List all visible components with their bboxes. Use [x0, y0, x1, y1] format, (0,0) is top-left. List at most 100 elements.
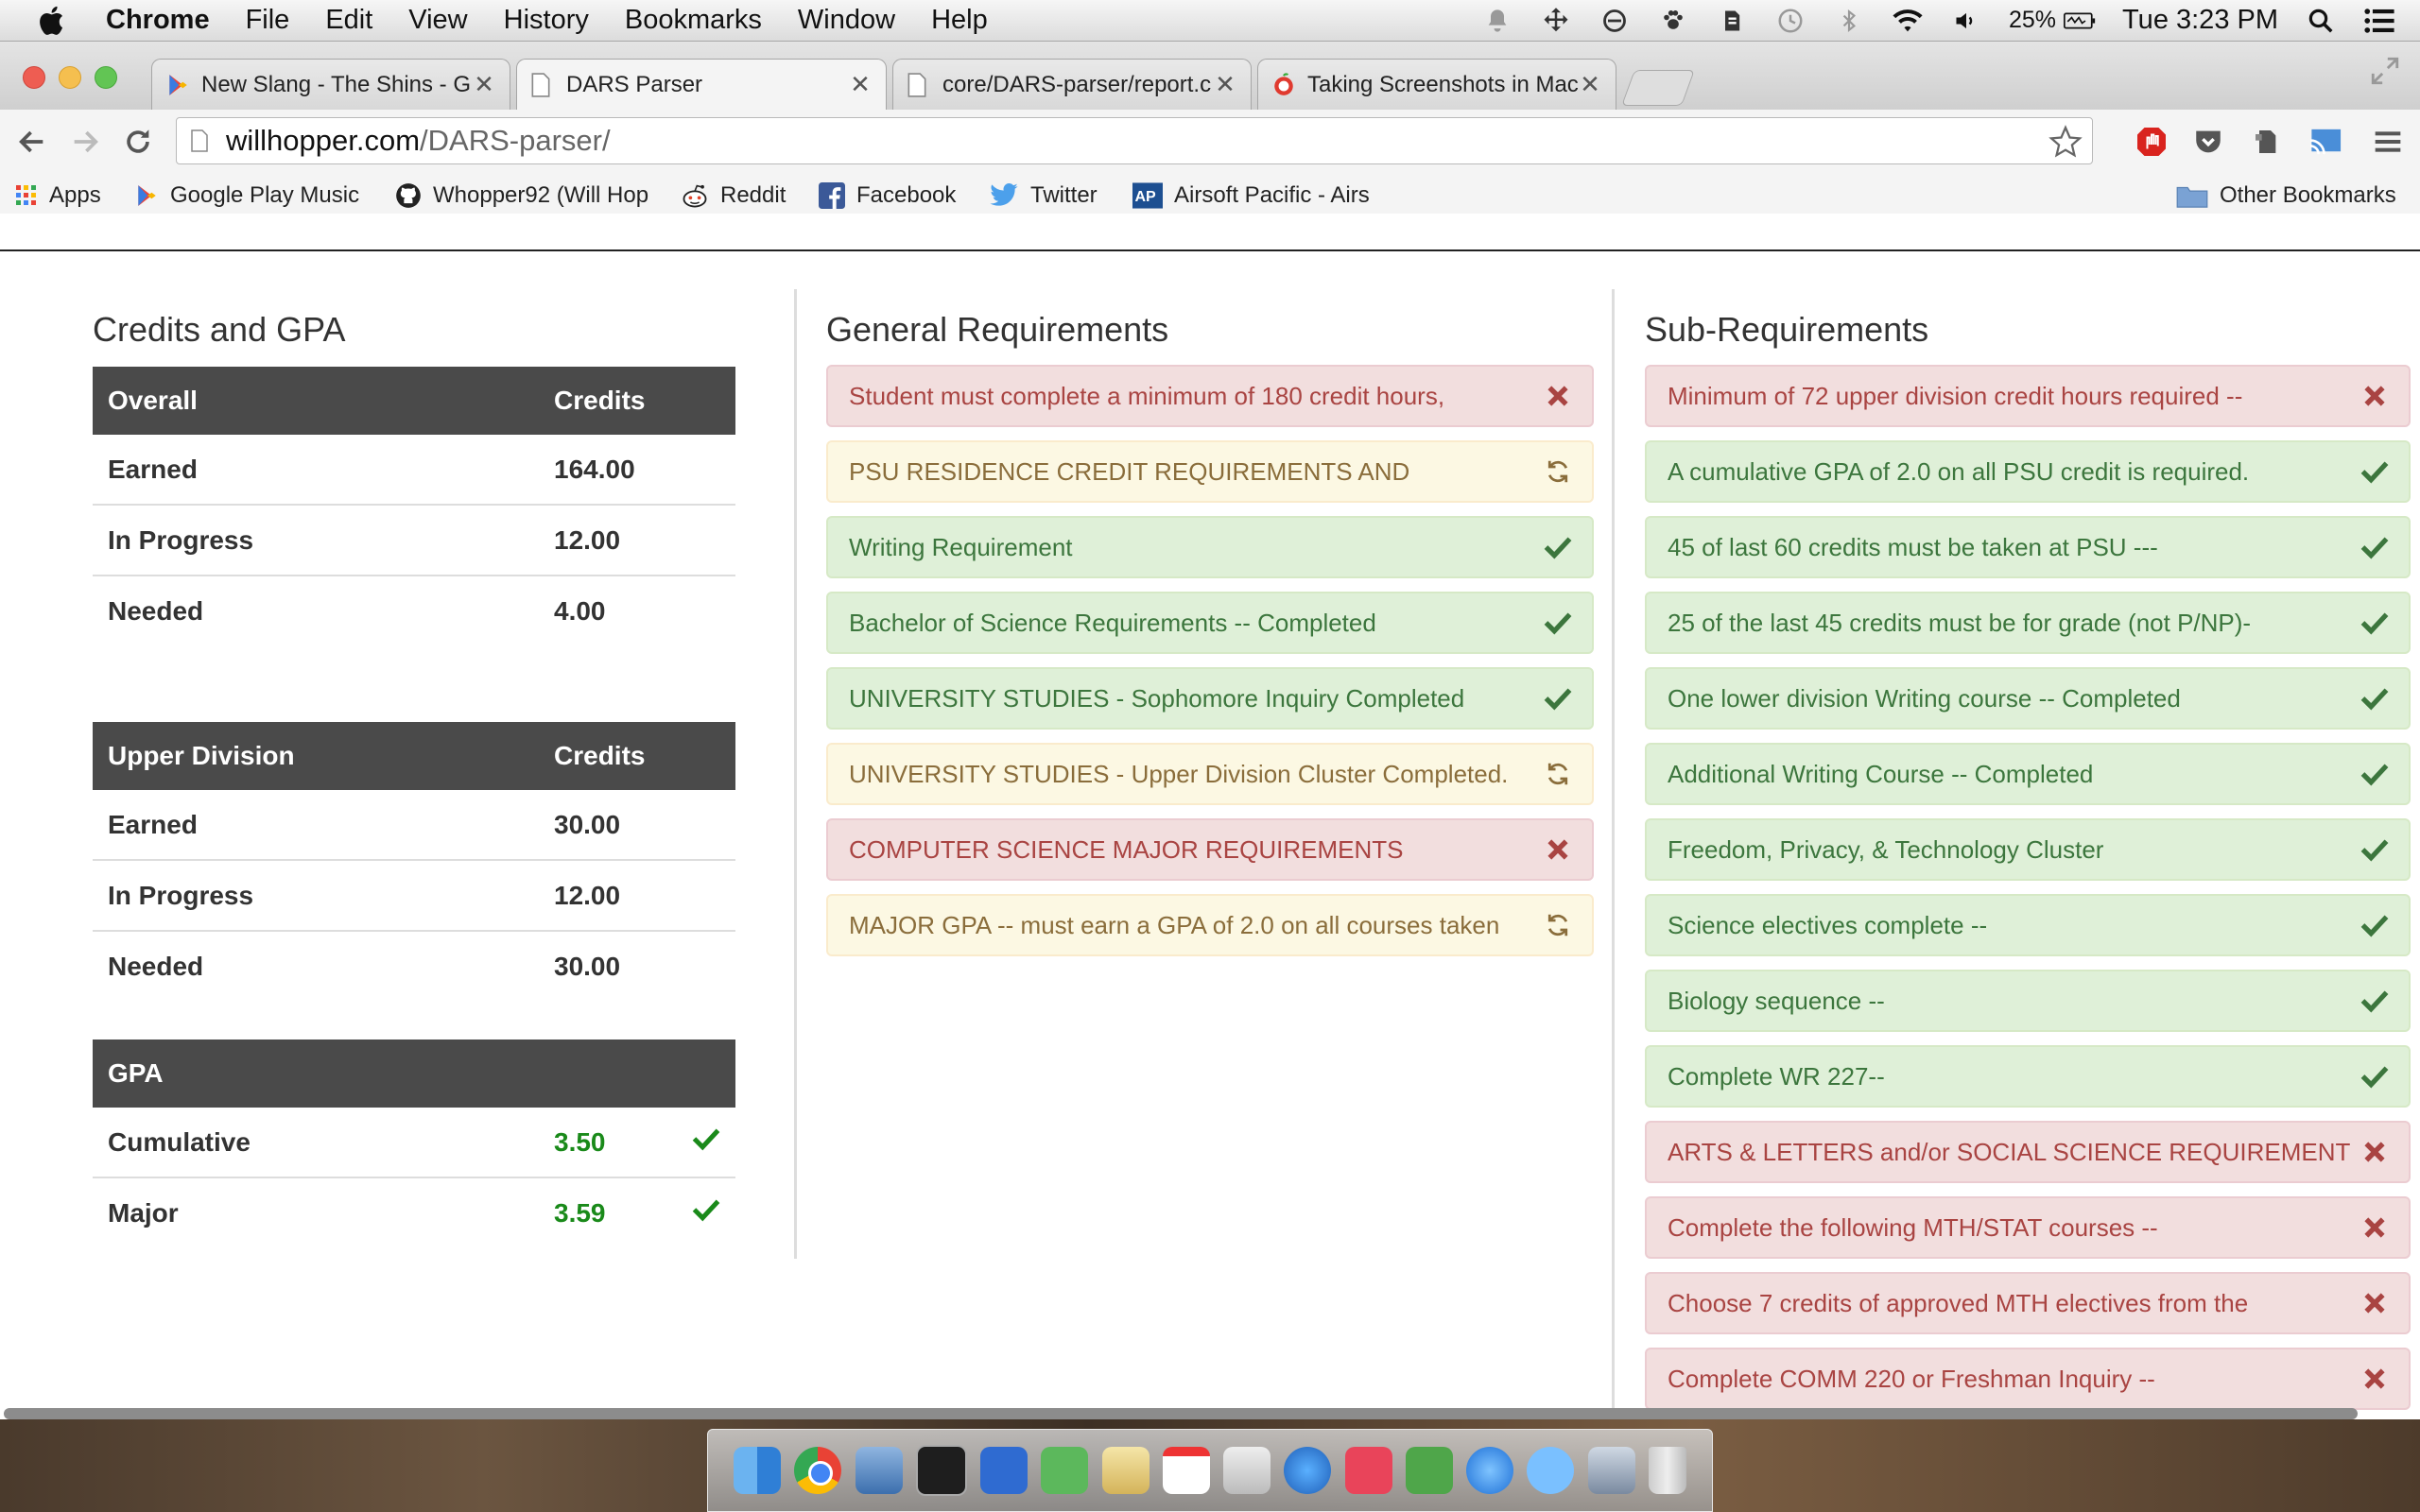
volume-icon[interactable]: [1950, 5, 1982, 37]
requirement-item[interactable]: 45 of last 60 credits must be taken at P…: [1645, 516, 2411, 578]
new-tab-button[interactable]: [1621, 70, 1695, 106]
evernote-app-icon[interactable]: [1041, 1447, 1089, 1494]
menu-view[interactable]: View: [408, 5, 467, 36]
terminal-icon[interactable]: [915, 1445, 967, 1496]
paw-icon[interactable]: [1657, 5, 1689, 37]
do-not-disturb-icon[interactable]: [1599, 5, 1631, 37]
requirement-item[interactable]: UNIVERSITY STUDIES - Upper Division Clus…: [826, 743, 1594, 805]
itunes-icon[interactable]: [1284, 1447, 1332, 1494]
tab-close-icon[interactable]: ✕: [1213, 70, 1237, 99]
facebook-icon: [819, 182, 845, 209]
bookmark-twitter[interactable]: Twitter: [989, 180, 1098, 212]
menu-bookmarks[interactable]: Bookmarks: [625, 5, 762, 36]
window-zoom-button[interactable]: [95, 66, 117, 89]
requirement-text: Choose 7 credits of approved MTH electiv…: [1668, 1288, 2249, 1317]
menu-app-name[interactable]: Chrome: [106, 5, 210, 36]
evernote-icon[interactable]: [1716, 5, 1748, 37]
sourcetree-icon[interactable]: [1405, 1447, 1453, 1494]
tab-close-icon[interactable]: ✕: [848, 70, 873, 99]
row-value: 3.59: [554, 1197, 606, 1228]
spotlight-search-icon[interactable]: [2305, 5, 2337, 37]
tab-dars-parser[interactable]: DARS Parser ✕: [516, 59, 887, 110]
requirement-item[interactable]: COMPUTER SCIENCE MAJOR REQUIREMENTS: [826, 818, 1594, 881]
requirement-text: COMPUTER SCIENCE MAJOR REQUIREMENTS: [849, 834, 1404, 864]
text-editor-icon[interactable]: [1101, 1447, 1150, 1494]
window-minimize-button[interactable]: [59, 66, 81, 89]
pocket-icon[interactable]: [2189, 123, 2227, 161]
bookmark-airsoft-pacific[interactable]: AP Airsoft Pacific - Airs: [1132, 180, 1393, 212]
menu-help[interactable]: Help: [931, 5, 988, 36]
adblock-icon[interactable]: [2133, 123, 2170, 161]
fullscreen-icon[interactable]: [2369, 55, 2401, 92]
requirement-item[interactable]: Additional Writing Course -- Completed: [1645, 743, 2411, 805]
requirement-item[interactable]: Complete WR 227--: [1645, 1045, 2411, 1108]
requirement-item[interactable]: 25 of the last 45 credits must be for gr…: [1645, 592, 2411, 654]
bluetooth-icon[interactable]: [1833, 5, 1865, 37]
app-store-icon[interactable]: [1466, 1447, 1514, 1494]
tab-screenshots-mac[interactable]: Taking Screenshots in Mac ✕: [1257, 59, 1616, 110]
requirement-item[interactable]: Student must complete a minimum of 180 c…: [826, 365, 1594, 427]
requirement-item[interactable]: Choose 7 credits of approved MTH electiv…: [1645, 1272, 2411, 1334]
requirement-item[interactable]: Biology sequence --: [1645, 970, 2411, 1032]
chrome-menu-icon[interactable]: [2369, 123, 2407, 161]
clock[interactable]: Tue 3:23 PM: [2122, 5, 2278, 36]
evernote-extension-icon[interactable]: [2248, 123, 2286, 161]
bookmark-other[interactable]: Other Bookmarks: [2176, 180, 2396, 212]
bookmark-facebook[interactable]: Facebook: [819, 180, 956, 212]
menu-edit[interactable]: Edit: [325, 5, 372, 36]
bookmark-reddit[interactable]: Reddit: [681, 180, 786, 212]
trash-icon[interactable]: [1648, 1447, 1686, 1494]
forward-button[interactable]: [66, 123, 104, 161]
wifi-icon[interactable]: [1892, 5, 1924, 37]
finder-icon[interactable]: [734, 1447, 782, 1494]
requirement-item[interactable]: Complete COMM 220 or Freshman Inquiry --: [1645, 1348, 2411, 1410]
requirement-item[interactable]: Minimum of 72 upper division credit hour…: [1645, 365, 2411, 427]
apple-menu-icon[interactable]: [36, 4, 70, 38]
bookmark-apps[interactable]: Apps: [15, 180, 101, 212]
image-capture-icon[interactable]: [1587, 1447, 1635, 1494]
tab-core-report[interactable]: core/DARS-parser/report.c ✕: [892, 59, 1252, 110]
tab-title: New Slang - The Shins - G: [201, 71, 472, 97]
time-machine-icon[interactable]: [1774, 5, 1806, 37]
requirement-item[interactable]: PSU RESIDENCE CREDIT REQUIREMENTS AND: [826, 440, 1594, 503]
bookmark-google-play-music[interactable]: Google Play Music: [134, 180, 359, 212]
address-bar[interactable]: willhopper.com/DARS-parser/: [176, 117, 2093, 164]
cast-icon[interactable]: [2307, 123, 2344, 161]
messages-icon[interactable]: [1527, 1447, 1575, 1494]
requirement-item[interactable]: One lower division Writing course -- Com…: [1645, 667, 2411, 730]
requirement-item[interactable]: ARTS & LETTERS and/or SOCIAL SCIENCE REQ…: [1645, 1121, 2411, 1183]
fail-x-icon: [2356, 1291, 2394, 1315]
tab-new-slang[interactable]: New Slang - The Shins - G ✕: [151, 59, 510, 110]
tab-close-icon[interactable]: ✕: [472, 70, 496, 99]
notification-center-icon[interactable]: [2363, 5, 2395, 37]
menu-file[interactable]: File: [246, 5, 290, 36]
bookmark-github[interactable]: Whopper92 (Will Hop: [395, 180, 650, 212]
requirement-item[interactable]: UNIVERSITY STUDIES - Sophomore Inquiry C…: [826, 667, 1594, 730]
pocket-app-icon[interactable]: [1344, 1447, 1392, 1494]
reminders-icon[interactable]: [980, 1447, 1028, 1494]
menu-window[interactable]: Window: [798, 5, 895, 36]
battery-icon[interactable]: [2064, 5, 2096, 37]
menu-history[interactable]: History: [504, 5, 589, 36]
requirement-item[interactable]: Science electives complete --: [1645, 894, 2411, 956]
mail-icon[interactable]: [855, 1447, 903, 1494]
horizontal-scrollbar[interactable]: [4, 1408, 2358, 1419]
requirement-item[interactable]: Bachelor of Science Requirements -- Comp…: [826, 592, 1594, 654]
preview-icon[interactable]: [1223, 1447, 1271, 1494]
requirement-item[interactable]: A cumulative GPA of 2.0 on all PSU credi…: [1645, 440, 2411, 503]
reload-button[interactable]: [119, 123, 157, 161]
window-close-button[interactable]: [23, 66, 45, 89]
requirement-item[interactable]: Complete the following MTH/STAT courses …: [1645, 1196, 2411, 1259]
requirement-text: UNIVERSITY STUDIES - Upper Division Clus…: [849, 759, 1509, 788]
move-arrows-icon[interactable]: [1540, 5, 1572, 37]
requirement-item[interactable]: Writing Requirement: [826, 516, 1594, 578]
back-button[interactable]: [13, 123, 51, 161]
requirement-item[interactable]: Freedom, Privacy, & Technology Cluster: [1645, 818, 2411, 881]
bookmark-star-icon[interactable]: [2048, 125, 2083, 166]
tab-close-icon[interactable]: ✕: [1578, 70, 1602, 99]
calendar-icon[interactable]: [1162, 1447, 1210, 1494]
notification-bell-icon[interactable]: [1481, 5, 1513, 37]
battery-percent[interactable]: 25%: [2009, 7, 2056, 34]
chrome-icon[interactable]: [794, 1447, 842, 1494]
requirement-item[interactable]: MAJOR GPA -- must earn a GPA of 2.0 on a…: [826, 894, 1594, 956]
